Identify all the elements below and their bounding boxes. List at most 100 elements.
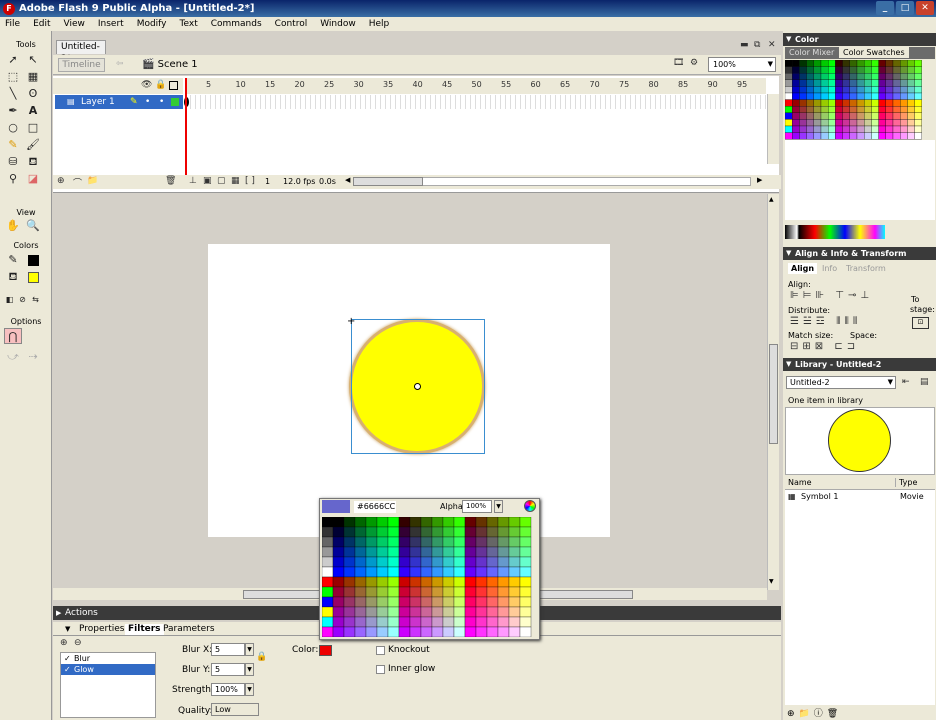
add-filter-icon[interactable]: ⊕: [60, 638, 68, 648]
knockout-checkbox[interactable]: [376, 646, 385, 655]
scroll-down-icon[interactable]: ▼: [769, 578, 774, 585]
glow-color-swatch[interactable]: [319, 645, 332, 656]
outline-icon[interactable]: [169, 81, 178, 90]
lock-dot-icon[interactable]: •: [159, 95, 164, 109]
zoom-select[interactable]: 100% ▼: [708, 57, 776, 72]
brush-icon[interactable]: 🖌: [24, 137, 42, 153]
tab-info[interactable]: Info: [822, 264, 837, 273]
eraser-icon[interactable]: ◪: [24, 171, 42, 187]
rect-icon[interactable]: □: [24, 120, 42, 136]
tab-color-mixer[interactable]: Color Mixer: [789, 48, 834, 57]
menu-text[interactable]: Text: [180, 19, 198, 29]
registration-point[interactable]: [414, 383, 421, 390]
frame-ruler[interactable]: 5 10 15 20 25 30 35 40 45 50 55 60 65 70 75 80 85 90 95: [186, 78, 766, 94]
no-color-icon[interactable]: ⊘: [17, 292, 28, 308]
color-swatches-grid[interactable]: [785, 60, 923, 140]
tab-align[interactable]: Align: [788, 263, 818, 274]
free-transform-icon[interactable]: ⬚: [4, 69, 22, 85]
frame-rate[interactable]: 12.0 fps: [283, 177, 315, 186]
folder-icon[interactable]: 📁: [87, 176, 98, 186]
blur-x-field[interactable]: 5: [211, 643, 245, 656]
tab-parameters[interactable]: Parameters: [163, 624, 215, 635]
tab-color-swatches[interactable]: Color Swatches: [839, 47, 909, 58]
chevron-down-icon[interactable]: ▼: [245, 663, 254, 676]
visible-dot-icon[interactable]: •: [145, 95, 150, 109]
close-icon[interactable]: ✕: [916, 1, 934, 15]
scene-breadcrumb[interactable]: 🎬 Scene 1: [142, 58, 198, 72]
stage-vscroll-thumb[interactable]: [769, 344, 778, 444]
line-icon[interactable]: ╲: [4, 86, 22, 102]
eye-icon[interactable]: 👁: [141, 80, 152, 90]
filter-blur[interactable]: ✓ Blur: [61, 653, 155, 664]
gradient-swatches[interactable]: [785, 225, 885, 239]
color-wheel-icon[interactable]: [524, 500, 536, 512]
playhead[interactable]: [185, 78, 187, 182]
tab-properties[interactable]: Properties: [79, 624, 124, 635]
to-stage-button[interactable]: ⊡: [912, 317, 929, 329]
new-library-icon[interactable]: ▤: [920, 377, 929, 387]
layer-row[interactable]: ▤ Layer 1 ✎ • •: [55, 95, 183, 109]
paint-bucket-icon[interactable]: ⛾: [24, 154, 42, 170]
layer-color-icon[interactable]: [171, 98, 179, 106]
new-symbol-icon[interactable]: ⊕: [787, 709, 799, 719]
menu-commands[interactable]: Commands: [211, 19, 262, 29]
remove-filter-icon[interactable]: ⊖: [74, 638, 82, 648]
fill-color-swatch[interactable]: [24, 269, 42, 285]
chevron-down-icon[interactable]: ▼: [245, 683, 254, 696]
minimize-icon[interactable]: _: [876, 1, 894, 15]
onion-outline-icon[interactable]: ▢: [217, 176, 226, 186]
stage-vscroll[interactable]: ▲ ▼: [767, 194, 779, 590]
library-panel-header[interactable]: ▼ Library - Untitled-2: [783, 358, 936, 371]
col-type[interactable]: Type: [895, 478, 917, 487]
scroll-up-icon[interactable]: ▲: [769, 196, 774, 203]
default-colors-icon[interactable]: ◧: [4, 292, 15, 308]
pin-icon[interactable]: ⇤: [902, 377, 910, 387]
ink-bottle-icon[interactable]: ⛁: [4, 154, 22, 170]
align-buttons[interactable]: ⊫⊨⊪ ⊤⊸⊥: [790, 290, 906, 301]
panel-restore-icon[interactable]: ⧉: [754, 40, 760, 50]
panel-minimize-icon[interactable]: ▬: [740, 40, 749, 50]
library-doc-select[interactable]: Untitled-2 ▼: [786, 376, 896, 389]
collapse-arrow-icon[interactable]: ▼: [65, 624, 70, 635]
menu-modify[interactable]: Modify: [137, 19, 167, 29]
match-size-buttons[interactable]: ⊟⊞⊠ ⊏⊐: [790, 341, 890, 352]
properties-icon[interactable]: ⓘ: [814, 709, 827, 719]
stroke-color-swatch[interactable]: [24, 252, 42, 268]
pen-icon[interactable]: ✒: [4, 103, 22, 119]
onion-markers-icon[interactable]: [ ]: [245, 176, 255, 186]
align-panel-header[interactable]: ▼ Align & Info & Transform: [783, 247, 936, 260]
quality-select[interactable]: Low: [211, 703, 259, 716]
panel-close-icon[interactable]: ✕: [768, 40, 776, 50]
timeline-hscroll-thumb[interactable]: [353, 177, 423, 186]
pencil-icon[interactable]: ✎: [4, 137, 22, 153]
palette-swatch-grid[interactable]: [322, 517, 536, 637]
swap-colors-icon[interactable]: ⇆: [30, 292, 41, 308]
eyedropper-icon[interactable]: ⚲: [4, 171, 22, 187]
lock-icon[interactable]: 🔒: [256, 652, 267, 662]
back-arrow-icon[interactable]: ⇦: [116, 59, 124, 69]
menu-view[interactable]: View: [64, 19, 85, 29]
timeline-button[interactable]: Timeline: [58, 58, 105, 72]
palette-hex-field[interactable]: #6666CC: [354, 501, 396, 513]
onion-skin-icon[interactable]: ▣: [203, 176, 212, 186]
chevron-down-icon[interactable]: ▼: [494, 500, 503, 513]
edit-symbols-icon[interactable]: ⚙: [690, 58, 698, 68]
text-icon[interactable]: A: [24, 103, 42, 119]
scroll-left-icon[interactable]: ◀: [345, 176, 350, 184]
timeline-vscroll[interactable]: [767, 94, 779, 164]
snap-magnet-icon[interactable]: ⋂: [4, 328, 22, 344]
edit-multiple-icon[interactable]: ▦: [231, 176, 240, 186]
document-tab[interactable]: Untitled-2*: [56, 40, 106, 64]
color-panel-header[interactable]: ▼ Color: [783, 33, 936, 46]
menu-help[interactable]: Help: [369, 19, 390, 29]
scroll-right-icon[interactable]: ▶: [757, 176, 762, 184]
trash-icon[interactable]: 🗑: [165, 176, 176, 186]
menu-insert[interactable]: Insert: [98, 19, 124, 29]
arrow-icon[interactable]: ➚: [4, 52, 22, 68]
menu-file[interactable]: File: [5, 19, 20, 29]
alpha-field[interactable]: 100%: [462, 500, 492, 513]
new-folder-icon[interactable]: 📁: [799, 709, 814, 719]
stroke-color-icon[interactable]: ✎: [4, 252, 22, 268]
col-name[interactable]: Name: [788, 478, 812, 487]
filter-glow[interactable]: ✓ Glow: [61, 664, 155, 675]
